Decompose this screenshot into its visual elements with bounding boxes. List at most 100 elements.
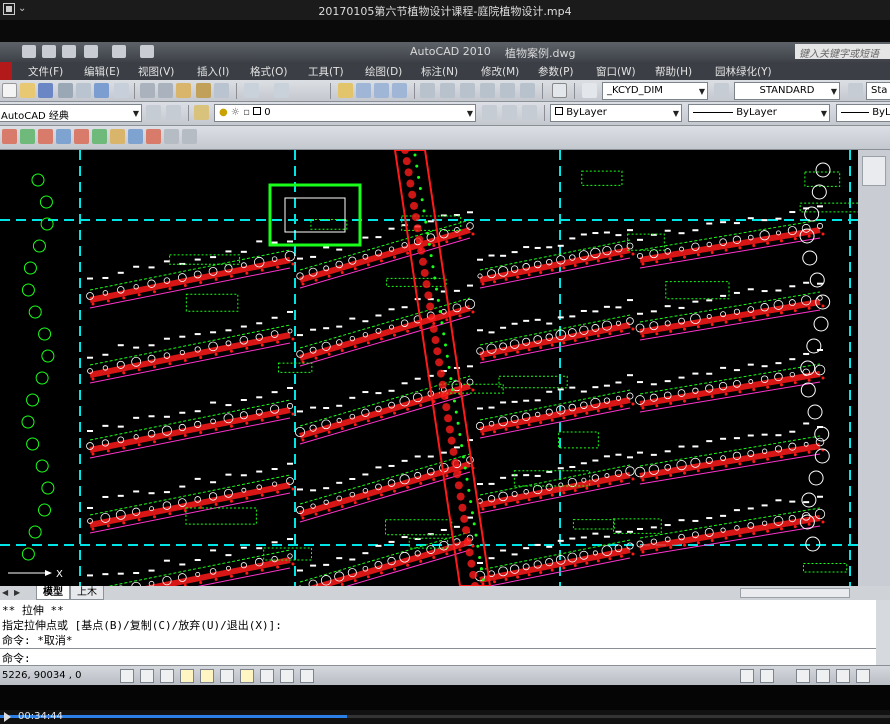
command-input[interactable]: 命令: xyxy=(0,648,890,665)
showmotion-icon[interactable] xyxy=(856,669,870,683)
menu-insert[interactable]: 插入(I) xyxy=(197,64,229,79)
redo-icon[interactable] xyxy=(112,45,126,58)
new-file-icon[interactable] xyxy=(22,45,36,58)
text-style-icon[interactable] xyxy=(582,83,597,98)
layer-previous-icon[interactable] xyxy=(502,105,517,120)
scrollbar-thumb[interactable] xyxy=(862,156,886,186)
menu-format[interactable]: 格式(O) xyxy=(250,64,287,79)
copy-icon[interactable] xyxy=(158,83,173,98)
menu-window[interactable]: 窗口(W) xyxy=(596,64,636,79)
custom-tool-icon[interactable] xyxy=(164,129,179,144)
block-editor-icon[interactable] xyxy=(214,83,229,98)
dim-style-icon[interactable] xyxy=(714,83,729,98)
osnap-toggle[interactable] xyxy=(200,669,214,683)
tab-layout[interactable]: 上木 xyxy=(70,586,104,600)
custom-tool-icon[interactable] xyxy=(20,129,35,144)
custom-tool-icon[interactable] xyxy=(2,129,17,144)
design-center-icon[interactable] xyxy=(440,83,455,98)
menu-tools[interactable]: 工具(T) xyxy=(308,64,344,79)
redo-icon[interactable] xyxy=(274,83,289,98)
first-tab-icon[interactable]: ◀ xyxy=(2,588,8,597)
ortho-toggle[interactable] xyxy=(160,669,174,683)
make-layer-current-icon[interactable] xyxy=(482,105,497,120)
new-icon[interactable] xyxy=(2,83,17,98)
grid-toggle[interactable] xyxy=(140,669,154,683)
match-properties-icon[interactable] xyxy=(196,83,211,98)
lineweight-select[interactable]: ByL xyxy=(836,104,890,122)
horizontal-scrollbar[interactable] xyxy=(740,588,850,598)
table-style-icon[interactable] xyxy=(848,83,863,98)
custom-tool-icon[interactable] xyxy=(92,129,107,144)
text-style-select[interactable]: STANDARD ▼ xyxy=(734,82,840,100)
layer-properties-icon[interactable] xyxy=(194,105,209,120)
custom-tool-icon[interactable] xyxy=(182,129,197,144)
layer-select[interactable]: ● ☼ ▫ 0 ▼ xyxy=(214,104,476,122)
ducs-toggle[interactable] xyxy=(240,669,254,683)
publish-icon[interactable] xyxy=(94,83,109,98)
color-select[interactable]: ByLayer ▼ xyxy=(550,104,682,122)
seek-bar[interactable] xyxy=(0,715,890,718)
markup-icon[interactable] xyxy=(500,83,515,98)
print-icon[interactable] xyxy=(58,83,73,98)
menu-draw[interactable]: 绘图(D) xyxy=(365,64,402,79)
custom-tool-icon[interactable] xyxy=(146,129,161,144)
tab-model[interactable]: 模型 xyxy=(36,586,70,600)
menu-edit[interactable]: 编辑(E) xyxy=(84,64,120,79)
open-icon[interactable] xyxy=(20,83,35,98)
preview-icon[interactable] xyxy=(76,83,91,98)
save-icon[interactable] xyxy=(62,45,76,58)
menu-file[interactable]: 文件(F) xyxy=(28,64,63,79)
zoom-icon[interactable] xyxy=(816,669,830,683)
model-space-icon[interactable] xyxy=(740,669,754,683)
zoom-window-icon[interactable] xyxy=(374,83,389,98)
command-scrollbar[interactable] xyxy=(876,600,890,665)
properties-icon[interactable] xyxy=(420,83,435,98)
menu-view[interactable]: 视图(V) xyxy=(138,64,174,79)
undo-icon[interactable] xyxy=(84,45,98,58)
menu-modify[interactable]: 修改(M) xyxy=(481,64,519,79)
next-tab-icon[interactable]: ▶ xyxy=(14,588,20,597)
table-style-select[interactable]: Sta xyxy=(866,82,890,100)
3d-dwf-icon[interactable] xyxy=(114,83,129,98)
print-icon[interactable] xyxy=(140,45,154,58)
menu-parametric[interactable]: 参数(P) xyxy=(538,64,574,79)
steering-wheel-icon[interactable] xyxy=(836,669,850,683)
pan-icon[interactable] xyxy=(338,83,353,98)
workspace-icon[interactable] xyxy=(166,105,181,120)
zoom-realtime-icon[interactable] xyxy=(356,83,371,98)
sheet-set-icon[interactable] xyxy=(480,83,495,98)
vertical-scrollbar[interactable] xyxy=(858,150,890,586)
layout-icon[interactable] xyxy=(760,669,774,683)
dim-style-select[interactable]: _KCYD_DIM ▼ xyxy=(602,82,708,100)
drawing-canvas[interactable]: X xyxy=(0,150,890,586)
paste-icon[interactable] xyxy=(176,83,191,98)
cut-icon[interactable] xyxy=(140,83,155,98)
pan-icon[interactable] xyxy=(796,669,810,683)
menu-landscape[interactable]: 园林绿化(Y) xyxy=(715,64,772,79)
layer-state-icon[interactable] xyxy=(522,105,537,120)
tool-palettes-icon[interactable] xyxy=(460,83,475,98)
workspace-settings-icon[interactable] xyxy=(146,105,161,120)
play-icon[interactable] xyxy=(4,712,11,722)
save-icon[interactable] xyxy=(38,83,53,98)
snap-toggle[interactable] xyxy=(120,669,134,683)
lineweight-toggle[interactable] xyxy=(280,669,294,683)
search-input[interactable]: 键入关键字或短语 xyxy=(795,44,890,60)
custom-tool-icon[interactable] xyxy=(38,129,53,144)
menu-help[interactable]: 帮助(H) xyxy=(655,64,692,79)
menu-dimension[interactable]: 标注(N) xyxy=(421,64,458,79)
workspace-select[interactable]: AutoCAD 经典 ▼ xyxy=(0,104,142,122)
otrack-toggle[interactable] xyxy=(220,669,234,683)
custom-tool-icon[interactable] xyxy=(128,129,143,144)
open-file-icon[interactable] xyxy=(42,45,56,58)
custom-tool-icon[interactable] xyxy=(74,129,89,144)
help-icon[interactable] xyxy=(552,83,567,98)
custom-tool-icon[interactable] xyxy=(110,129,125,144)
undo-icon[interactable] xyxy=(244,83,259,98)
polar-toggle[interactable] xyxy=(180,669,194,683)
zoom-previous-icon[interactable] xyxy=(392,83,407,98)
custom-tool-icon[interactable] xyxy=(56,129,71,144)
quick-properties-toggle[interactable] xyxy=(300,669,314,683)
linetype-select[interactable]: ByLayer ▼ xyxy=(688,104,830,122)
autocad-logo-icon[interactable] xyxy=(0,62,12,80)
